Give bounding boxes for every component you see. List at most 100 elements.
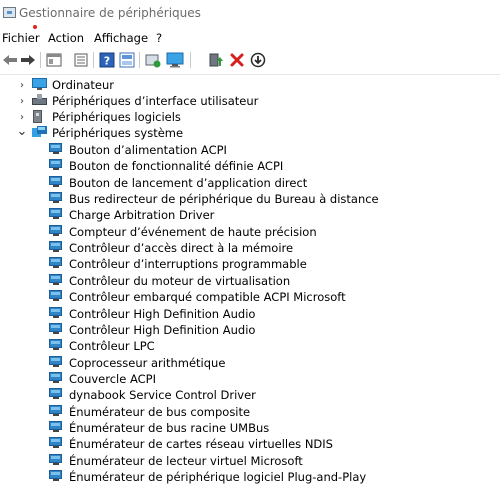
update-driver-icon	[145, 54, 160, 67]
system-device-label: Énumérateur de périphérique logiciel Plu…	[69, 470, 367, 484]
system-device-item[interactable]: Bouton de lancement d’application direct	[49, 175, 307, 191]
menu-fichier[interactable]: Fichier	[2, 31, 40, 45]
menu-help[interactable]: ?	[156, 31, 162, 45]
system-device-icon	[49, 224, 65, 239]
system-device-label: Énumérateur de bus racine UMBus	[69, 420, 270, 435]
uninstall-icon	[230, 53, 243, 66]
system-device-icon	[49, 453, 65, 468]
svg-text:?: ?	[103, 54, 109, 67]
system-device-item[interactable]: Bouton d’alimentation ACPI	[49, 142, 227, 158]
system-device-icon	[49, 355, 65, 370]
system-device-label: Coprocesseur arithmétique	[69, 355, 226, 370]
system-device-label: Énumérateur de bus composite	[69, 404, 251, 419]
computer-icon	[32, 78, 48, 92]
system-device-item[interactable]: Énumérateur de cartes réseau virtuelles …	[49, 436, 333, 452]
system-device-icon	[49, 257, 65, 271]
help-button[interactable]: ?	[97, 50, 116, 69]
enable-device-icon	[209, 53, 223, 66]
expand-chevron-icon[interactable]: ›	[17, 111, 27, 123]
enable-device-button[interactable]	[206, 50, 225, 69]
system-device-item[interactable]: Contrôleur d’interruptions programmable	[49, 256, 307, 272]
disable-device-button[interactable]	[248, 50, 267, 69]
disable-device-icon	[250, 52, 265, 67]
toolbar-separator	[40, 52, 41, 68]
menu-bar: Fichier Action Affichage ?	[0, 30, 500, 47]
tree-node-label: Périphériques système	[52, 126, 184, 140]
scan-hardware-icon	[166, 52, 183, 67]
expand-chevron-icon[interactable]: ›	[17, 95, 27, 107]
system-device-icon	[49, 143, 65, 157]
tree-node-peripheriques-interface[interactable]: › Périphériques d’interface utilisateur	[18, 93, 258, 109]
menu-action[interactable]: Action	[48, 31, 84, 45]
system-device-item[interactable]: Couvercle ACPI	[49, 371, 156, 387]
system-device-icon	[49, 306, 65, 321]
system-device-item[interactable]: Énumérateur de lecteur virtuel Microsoft	[49, 453, 303, 469]
show-hide-tree-button[interactable]	[44, 50, 63, 69]
system-device-item[interactable]: Contrôleur embarqué compatible ACPI Micr…	[49, 289, 346, 305]
system-device-label: dynabook Service Control Driver	[69, 388, 256, 403]
system-device-icon	[49, 192, 65, 206]
system-device-label: Contrôleur embarqué compatible ACPI Micr…	[69, 290, 346, 305]
system-device-icon	[49, 175, 65, 190]
system-device-item[interactable]: Contrôleur High Definition Audio	[49, 306, 255, 322]
system-device-label: Contrôleur High Definition Audio	[69, 322, 256, 337]
system-device-label: Bus redirecteur de périphérique du Burea…	[69, 192, 379, 207]
system-device-icon	[49, 322, 65, 337]
system-device-item[interactable]: Contrôleur LPC	[49, 338, 155, 354]
view-icon	[119, 52, 134, 67]
menu-affichage[interactable]: Affichage	[94, 31, 148, 45]
system-device-icon	[49, 241, 65, 255]
scan-hardware-button[interactable]	[165, 50, 184, 69]
update-driver-button[interactable]	[143, 50, 162, 69]
system-devices-folder-icon	[32, 126, 48, 140]
properties-button[interactable]	[71, 50, 90, 69]
uninstall-device-button[interactable]	[227, 50, 246, 69]
device-manager-app-icon	[3, 7, 16, 18]
system-device-item[interactable]: dynabook Service Control Driver	[49, 387, 256, 403]
tree-node-peripheriques-logiciels[interactable]: › Périphériques logiciels	[18, 109, 181, 125]
system-device-item[interactable]: Bouton de fonctionnalité définie ACPI	[49, 158, 283, 174]
help-icon: ?	[99, 52, 114, 67]
system-device-item[interactable]: Bus redirecteur de périphérique du Burea…	[49, 191, 379, 207]
system-device-item[interactable]: Compteur d’événement de haute précision	[49, 224, 317, 240]
system-device-item[interactable]: Énumérateur de bus racine UMBus	[49, 420, 269, 436]
tree-node-label: Périphériques logiciels	[52, 110, 181, 124]
tree-node-ordinateur[interactable]: › Ordinateur	[18, 77, 114, 93]
properties-icon	[74, 53, 87, 66]
collapse-chevron-icon[interactable]: ⌄	[17, 124, 28, 139]
system-device-label: Contrôleur du moteur de virtualisation	[69, 273, 291, 288]
system-device-icon	[49, 371, 65, 386]
system-device-item[interactable]: Contrôleur High Definition Audio	[49, 322, 255, 338]
keyboard-mouse-icon	[32, 94, 48, 108]
forward-button[interactable]	[18, 50, 37, 69]
title-bar: Gestionnaire de périphériques	[0, 0, 500, 30]
system-device-icon	[49, 208, 65, 222]
tree-node-peripheriques-systeme[interactable]: ⌄ Périphériques système	[17, 124, 184, 141]
forward-icon	[20, 54, 35, 65]
back-button[interactable]	[0, 50, 19, 69]
system-device-label: Bouton d’alimentation ACPI	[69, 143, 227, 157]
system-device-icon	[49, 290, 65, 304]
notification-dot	[33, 25, 37, 29]
system-device-label: Contrôleur d’interruptions programmable	[69, 257, 307, 272]
system-device-icon	[49, 159, 65, 173]
system-device-item[interactable]: Charge Arbitration Driver	[49, 207, 214, 223]
system-device-label: Contrôleur d’accès direct à la mémoire	[69, 241, 294, 256]
system-device-item[interactable]: Contrôleur d’accès direct à la mémoire	[49, 240, 293, 256]
system-device-label: Compteur d’événement de haute précision	[69, 224, 317, 239]
system-device-item[interactable]: Énumérateur de bus composite	[49, 404, 250, 420]
system-device-item[interactable]: Énumérateur de périphérique logiciel Plu…	[49, 469, 366, 485]
system-device-label: Couvercle ACPI	[69, 371, 156, 386]
system-device-item[interactable]: Coprocesseur arithmétique	[49, 355, 225, 371]
expand-chevron-icon[interactable]: ›	[17, 79, 27, 91]
system-device-icon	[49, 273, 65, 288]
view-button[interactable]	[117, 50, 136, 69]
toolbar-divider	[0, 74, 500, 75]
system-device-icon	[49, 437, 65, 451]
back-icon	[2, 54, 17, 65]
system-device-label: Bouton de lancement d’application direct	[69, 175, 308, 190]
toolbar: ?	[0, 48, 500, 72]
system-device-label: Contrôleur LPC	[69, 339, 155, 354]
toolbar-separator	[139, 52, 140, 68]
system-device-item[interactable]: Contrôleur du moteur de virtualisation	[49, 273, 290, 289]
